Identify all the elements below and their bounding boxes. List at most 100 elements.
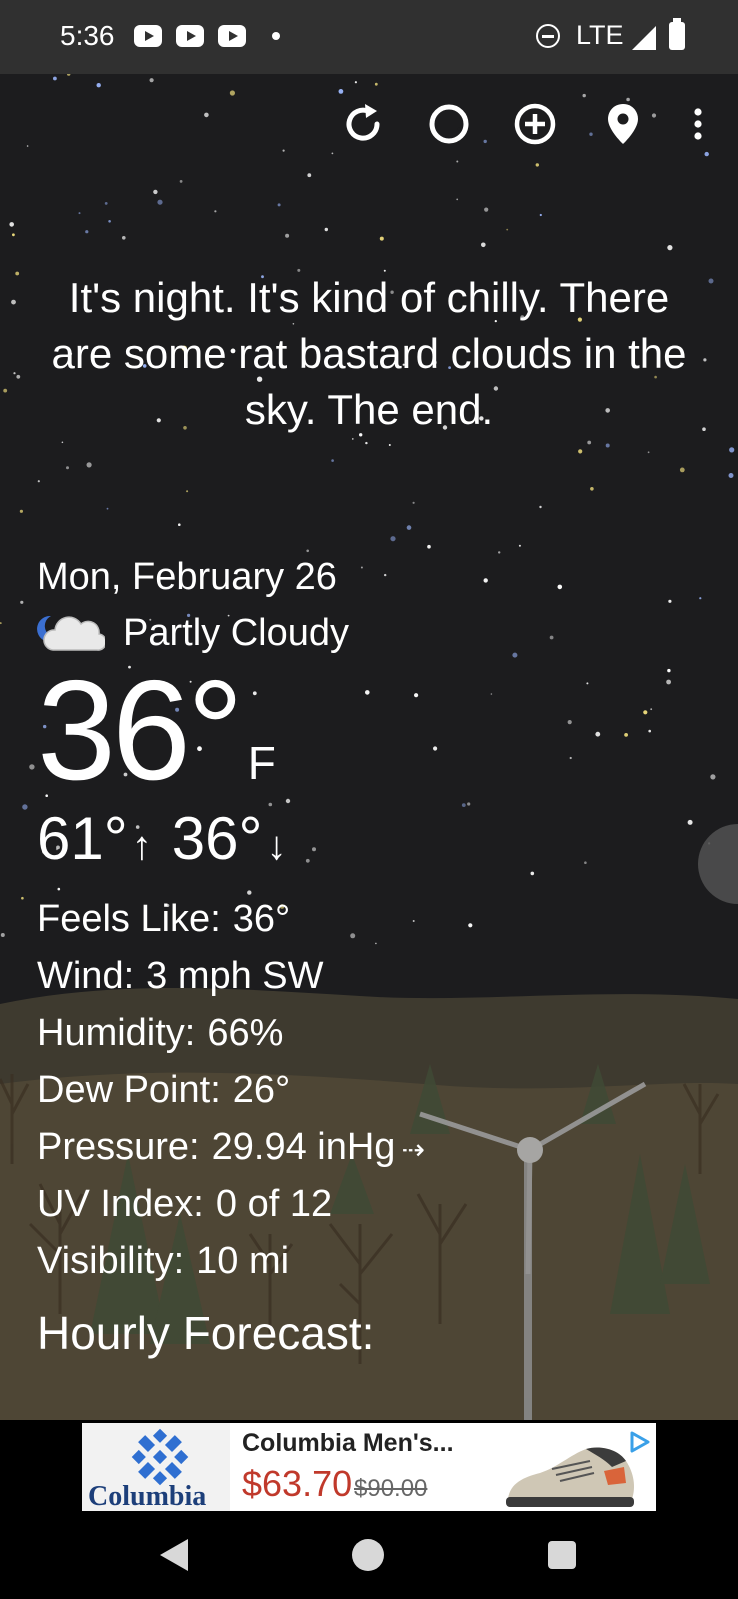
ad-choices-icon[interactable] <box>628 1431 652 1453</box>
star <box>214 210 217 213</box>
ad-strip: Columbia Columbia Men's... $63.70 $90.00 <box>0 1420 738 1515</box>
signal-icon <box>632 26 656 50</box>
star <box>15 271 20 276</box>
star <box>11 299 16 305</box>
star <box>648 729 651 733</box>
detail-value: 66% <box>207 1012 284 1054</box>
star <box>53 76 57 81</box>
moon-phase-button[interactable] <box>423 98 475 150</box>
down-arrow-icon: ↓ <box>266 824 287 868</box>
star <box>567 720 572 725</box>
up-arrow-icon: ↑ <box>131 824 152 868</box>
star <box>86 462 92 468</box>
star <box>549 635 554 640</box>
detail-label: Wind: <box>37 955 135 997</box>
star <box>584 861 587 864</box>
moon-phase-icon <box>429 104 469 144</box>
detail-value: 3 mph SW <box>146 955 324 997</box>
star <box>96 83 101 88</box>
weather-tagline: It's night. It's kind of chilly. There a… <box>51 274 687 433</box>
star <box>13 372 16 375</box>
star <box>651 113 657 118</box>
star <box>708 278 714 284</box>
add-location-icon <box>514 103 556 145</box>
star <box>406 525 412 530</box>
star <box>668 599 672 603</box>
star <box>703 358 707 362</box>
star <box>85 230 89 234</box>
star <box>9 222 14 227</box>
detail-pressure: Pressure: 29.94 inHg ⇢ <box>37 1119 425 1176</box>
date-label: Mon, February 26 <box>37 556 337 598</box>
back-button[interactable] <box>160 1539 188 1571</box>
status-bar: 5:36 LTE <box>0 0 738 74</box>
cloud-edge <box>698 824 738 904</box>
high-temperature: 61° <box>37 805 128 872</box>
star <box>590 487 594 491</box>
do-not-disturb-icon <box>536 24 560 48</box>
temperature-unit: F <box>247 737 276 789</box>
ad-price: $63.70 <box>242 1463 353 1504</box>
star <box>12 233 15 237</box>
star <box>687 819 693 825</box>
star <box>512 652 518 658</box>
star <box>578 449 583 454</box>
detail-visibility: Visibility: 10 mi <box>37 1233 425 1290</box>
star <box>388 444 391 446</box>
star <box>19 509 23 513</box>
star <box>483 578 488 583</box>
star <box>498 551 501 554</box>
detail-value: 36° <box>232 898 291 940</box>
star <box>468 923 473 928</box>
add-location-button[interactable] <box>509 98 561 150</box>
star <box>728 473 734 478</box>
status-time: 5:36 <box>60 20 115 51</box>
star <box>153 189 158 195</box>
star <box>667 668 671 673</box>
star <box>20 600 24 604</box>
location-button[interactable] <box>597 98 649 150</box>
star <box>704 151 709 157</box>
ad-banner[interactable]: Columbia Columbia Men's... $63.70 $90.00 <box>82 1423 656 1511</box>
youtube-icon <box>134 25 162 47</box>
star <box>21 896 24 900</box>
star <box>365 441 368 445</box>
detail-uv-index: UV Index: 0 of 12 <box>37 1176 425 1233</box>
home-button[interactable] <box>352 1539 384 1571</box>
star <box>729 447 735 453</box>
star <box>481 242 486 248</box>
star <box>702 427 706 432</box>
steady-arrow-icon: ⇢ <box>401 1134 425 1165</box>
detail-value: 0 of 12 <box>215 1183 333 1225</box>
star <box>484 207 489 212</box>
star <box>26 145 29 147</box>
star <box>204 112 209 118</box>
star <box>0 622 2 625</box>
star <box>179 180 183 183</box>
youtube-icon <box>218 25 246 47</box>
detail-value: 10 mi <box>196 1240 290 1282</box>
star <box>352 438 354 440</box>
star <box>557 584 563 590</box>
detail-label: Visibility: <box>37 1240 185 1282</box>
star <box>699 597 702 600</box>
star <box>37 480 40 483</box>
star <box>427 544 431 549</box>
recents-button[interactable] <box>548 1541 576 1569</box>
star <box>307 173 312 178</box>
refresh-button[interactable] <box>337 98 389 150</box>
more-options-button[interactable] <box>672 98 724 150</box>
star <box>467 802 471 806</box>
weather-main[interactable]: It's night. It's kind of chilly. There a… <box>0 74 738 1420</box>
star <box>433 746 438 751</box>
detail-wind: Wind: 3 mph SW <box>37 948 425 1005</box>
star <box>324 227 328 232</box>
condition-label: Partly Cloudy <box>123 611 349 654</box>
star <box>710 774 716 780</box>
star <box>306 549 310 553</box>
star <box>456 198 459 201</box>
detail-value: 26° <box>232 1069 291 1111</box>
ad-brand-text: Columbia <box>88 1481 207 1511</box>
star <box>666 679 671 685</box>
ad-title[interactable]: Columbia Men's... <box>242 1429 454 1458</box>
